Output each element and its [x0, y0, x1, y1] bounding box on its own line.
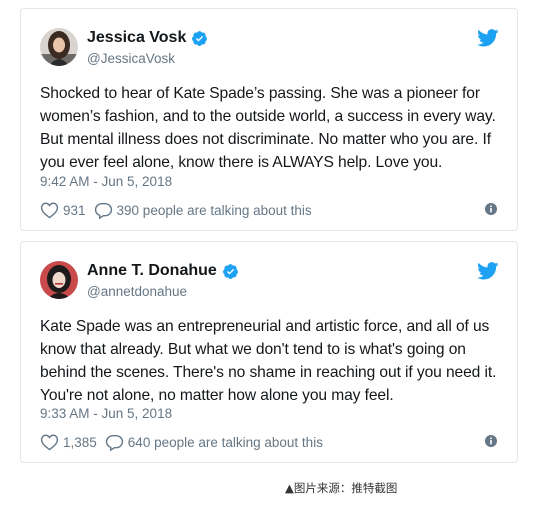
twitter-bird-icon[interactable]: [477, 29, 499, 47]
talking-count[interactable]: 640 people are talking about this: [128, 435, 323, 450]
display-name-text[interactable]: Anne T. Donahue: [87, 262, 217, 280]
heart-icon[interactable]: [40, 201, 59, 219]
tweet-actions: 1,385 640 people are talking about this: [40, 432, 323, 452]
talking-count[interactable]: 390 people are talking about this: [117, 203, 312, 218]
tweet-text: Shocked to hear of Kate Spade’s passing.…: [40, 85, 496, 171]
twitter-bird-icon[interactable]: [477, 262, 499, 280]
screenshot-page: Jessica Vosk @JessicaVosk Shocked to hea…: [0, 0, 548, 506]
avatar-photo-icon: [40, 261, 78, 299]
display-name-text[interactable]: Jessica Vosk: [87, 29, 186, 47]
avatar-photo-icon: [40, 28, 78, 66]
like-count[interactable]: 1,385: [63, 435, 97, 450]
tweet-card[interactable]: Jessica Vosk @JessicaVosk Shocked to hea…: [20, 8, 518, 231]
verified-badge-icon: [192, 30, 208, 46]
info-icon[interactable]: [485, 435, 497, 447]
tweet-actions: 931 390 people are talking about this: [40, 200, 312, 220]
tweet-text: Kate Spade was an entrepreneurial and ar…: [40, 318, 497, 404]
info-icon[interactable]: [485, 203, 497, 215]
user-handle[interactable]: @annetdonahue: [87, 284, 187, 299]
heart-icon[interactable]: [40, 433, 59, 451]
reply-bubble-icon[interactable]: [105, 433, 124, 451]
display-name[interactable]: Jessica Vosk: [87, 29, 208, 47]
avatar[interactable]: [40, 28, 78, 66]
like-count[interactable]: 931: [63, 203, 86, 218]
image-source-caption: ▲图片来源：推特截图: [285, 481, 398, 495]
user-handle[interactable]: @JessicaVosk: [87, 51, 175, 66]
tweet-card[interactable]: Anne T. Donahue @annetdonahue Kate Spade…: [20, 241, 518, 463]
tweet-timestamp[interactable]: 9:42 AM - Jun 5, 2018: [40, 174, 172, 189]
verified-badge-icon: [222, 263, 238, 279]
avatar[interactable]: [40, 261, 78, 299]
display-name[interactable]: Anne T. Donahue: [87, 262, 239, 280]
tweet-timestamp[interactable]: 9:33 AM - Jun 5, 2018: [40, 406, 172, 421]
reply-bubble-icon[interactable]: [94, 201, 113, 219]
